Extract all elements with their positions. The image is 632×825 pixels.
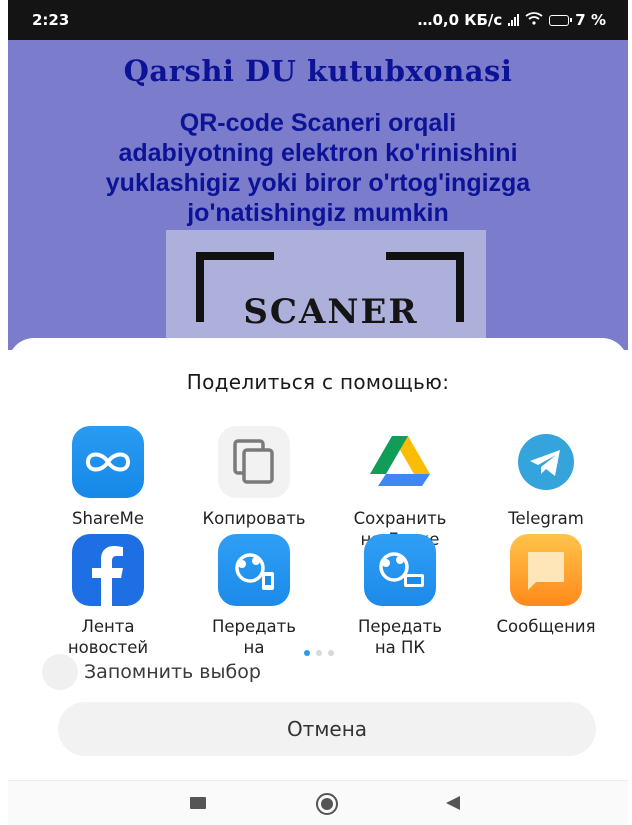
- app-description-line: yuklashigiz yoki biror o'rtog'ingizga: [105, 169, 531, 197]
- label-line: Telegram: [508, 509, 584, 528]
- recents-icon[interactable]: [190, 797, 206, 809]
- app-description: QR-code Scaneri orqali adabiyotning elek…: [8, 108, 628, 228]
- share-target-label: Передать на: [184, 616, 324, 658]
- app-description-line: QR-code Scaneri orqali: [179, 109, 457, 137]
- label-line: Передать: [357, 617, 443, 636]
- share-target-shareme[interactable]: ShareMe: [38, 426, 178, 529]
- share-sheet-title: Поделиться с помощью:: [186, 370, 450, 394]
- battery-percent: 7 %: [575, 11, 606, 29]
- network-speed: …0,0 КБ/с: [417, 11, 503, 29]
- share-target-label: Передать на ПК: [330, 616, 470, 658]
- label-line: Лента: [81, 617, 135, 636]
- facebook-icon: [72, 534, 144, 606]
- status-time: 2:23: [32, 11, 70, 29]
- app-title: Qarshi DU kutubxonasi: [123, 54, 513, 88]
- share-sheet: Поделиться с помощью: ShareMe Копировать: [8, 338, 628, 780]
- battery-icon: [549, 14, 573, 26]
- label-line: Сообщения: [496, 617, 596, 636]
- back-icon[interactable]: [446, 796, 460, 810]
- share-target-label: ShareMe: [38, 508, 178, 529]
- transfer-icon: [218, 534, 290, 606]
- share-target-copy[interactable]: Копировать: [184, 426, 324, 529]
- label-line: Копировать: [202, 509, 306, 528]
- cancel-button[interactable]: Отмена: [58, 702, 596, 756]
- shareme-icon: [72, 426, 144, 498]
- phone-screen: 2:23 …0,0 КБ/с 7 % Qarshi DU kutubxonasi…: [8, 0, 628, 825]
- share-target-transfer[interactable]: Передать на: [184, 534, 324, 658]
- remember-label: Запомнить выбор: [84, 661, 261, 683]
- share-target-facebook[interactable]: Лента новостей: [38, 534, 178, 658]
- share-target-label: Копировать: [184, 508, 324, 529]
- status-indicators: …0,0 КБ/с 7 %: [417, 11, 606, 29]
- wifi-icon: [525, 11, 543, 29]
- remember-choice[interactable]: Запомнить выбор: [42, 654, 261, 690]
- app-description-line: adabiyotning elektron ko'rinishini: [118, 139, 518, 167]
- page-dot: [304, 650, 310, 656]
- share-target-label: Telegram: [476, 508, 616, 529]
- label-line: Передать: [211, 617, 297, 636]
- status-bar: 2:23 …0,0 КБ/с 7 %: [8, 0, 628, 40]
- share-target-transfer-pc[interactable]: Передать на ПК: [330, 534, 470, 658]
- navigation-bar: [8, 780, 628, 825]
- telegram-icon: [510, 426, 582, 498]
- signal-icon: [508, 14, 520, 26]
- background-app: Qarshi DU kutubxonasi QR-code Scaneri or…: [8, 40, 628, 360]
- label-line: Сохранить: [353, 509, 447, 528]
- share-target-label: Лента новостей: [38, 616, 178, 658]
- home-icon[interactable]: [316, 793, 338, 815]
- share-target-messages[interactable]: Сообщения: [476, 534, 616, 637]
- app-description-line: jo'natishingiz mumkin: [187, 199, 449, 227]
- page-indicator: [304, 650, 334, 656]
- remember-checkbox[interactable]: [42, 654, 78, 690]
- page-dot: [328, 650, 334, 656]
- share-target-label: Сообщения: [476, 616, 616, 637]
- share-target-drive[interactable]: Сохранить на Диске: [330, 426, 470, 550]
- label-line: ShareMe: [71, 509, 144, 528]
- messages-icon: [510, 534, 582, 606]
- transfer-pc-icon: [364, 534, 436, 606]
- share-target-telegram[interactable]: Telegram: [476, 426, 616, 529]
- copy-icon: [218, 426, 290, 498]
- label-line: на ПК: [374, 638, 426, 657]
- scanner-label: SCANER: [243, 292, 419, 332]
- google-drive-icon: [364, 426, 436, 498]
- page-dot: [316, 650, 322, 656]
